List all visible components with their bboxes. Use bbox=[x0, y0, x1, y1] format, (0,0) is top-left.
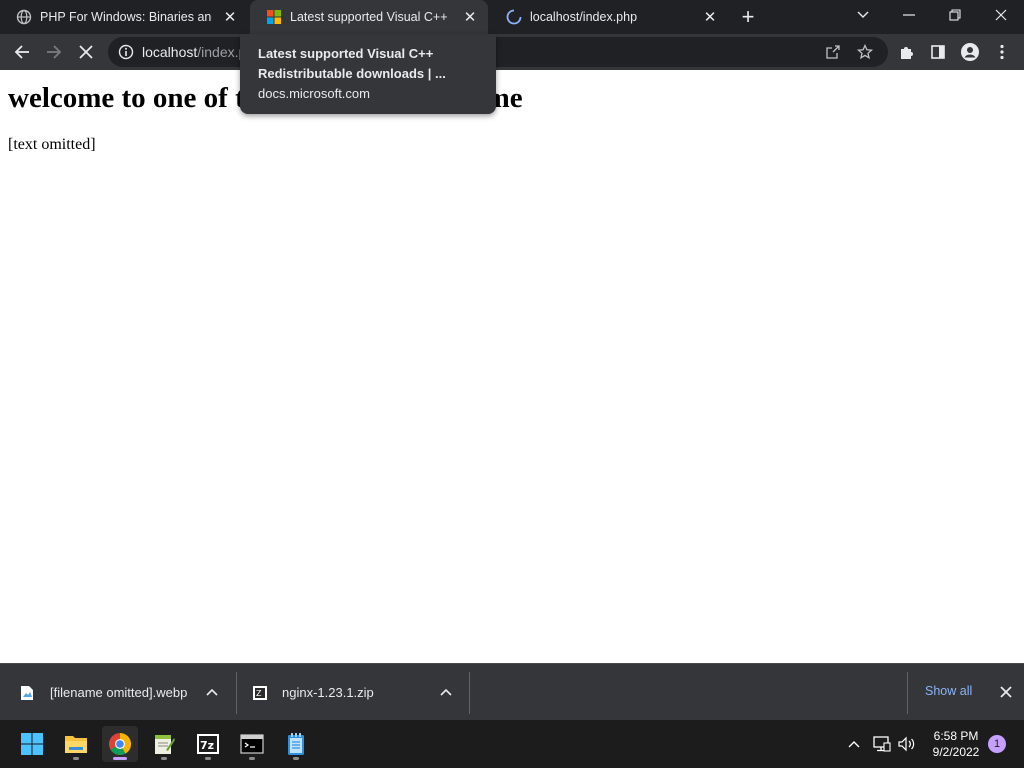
tab-title: PHP For Windows: Binaries and sources bbox=[40, 10, 212, 24]
image-file-icon bbox=[20, 685, 36, 701]
notepad-icon[interactable] bbox=[278, 726, 314, 762]
close-shelf-button[interactable] bbox=[996, 682, 1016, 702]
notepad-plus-plus-icon[interactable] bbox=[146, 726, 182, 762]
running-indicator bbox=[249, 757, 255, 760]
tab-localhost[interactable]: localhost/index.php ✕ bbox=[490, 0, 728, 34]
download-shelf: [filename omitted].webp Z nginx-1.23.1.z… bbox=[0, 663, 1024, 720]
download-item[interactable]: Z nginx-1.23.1.zip bbox=[252, 664, 374, 721]
arrow-left-icon bbox=[14, 45, 29, 59]
close-icon[interactable]: ✕ bbox=[220, 7, 240, 27]
divider bbox=[236, 672, 237, 714]
running-indicator bbox=[113, 757, 127, 760]
globe-icon bbox=[16, 9, 32, 25]
clock-date: 9/2/2022 bbox=[932, 745, 980, 759]
chevron-up-icon[interactable] bbox=[844, 734, 864, 754]
menu-kebab-icon[interactable] bbox=[988, 38, 1016, 66]
minimize-button[interactable] bbox=[886, 0, 932, 30]
close-icon[interactable]: ✕ bbox=[460, 7, 480, 27]
divider bbox=[469, 672, 470, 714]
terminal-icon[interactable] bbox=[234, 726, 270, 762]
running-indicator bbox=[205, 757, 211, 760]
close-icon[interactable]: ✕ bbox=[700, 7, 720, 27]
chrome-icon[interactable] bbox=[102, 726, 138, 762]
system-clock[interactable]: 6:58 PM 9/2/2022 bbox=[922, 728, 990, 760]
zip-file-icon: Z bbox=[252, 685, 268, 701]
running-indicator bbox=[161, 757, 167, 760]
download-filename: [filename omitted].webp bbox=[50, 685, 188, 700]
chevron-up-icon[interactable] bbox=[202, 682, 222, 702]
close-icon bbox=[79, 45, 93, 59]
divider bbox=[907, 672, 908, 714]
tab-php-windows[interactable]: PHP For Windows: Binaries and sources ✕ bbox=[0, 0, 248, 34]
tab-visual-cpp[interactable]: Latest supported Visual C++ Redistributa… bbox=[250, 0, 488, 34]
address-bar[interactable]: localhost/index.php bbox=[108, 37, 888, 67]
speaker-volume-icon[interactable] bbox=[897, 734, 917, 754]
restore-button[interactable] bbox=[932, 0, 978, 30]
notification-badge[interactable]: 1 bbox=[988, 735, 1006, 753]
page-content: welcome to one of the best sites of all … bbox=[0, 70, 1024, 663]
close-icon bbox=[1000, 686, 1012, 698]
close-window-button[interactable] bbox=[978, 0, 1024, 30]
tab-title: localhost/index.php bbox=[530, 10, 638, 24]
hover-card-domain: docs.microsoft.com bbox=[258, 86, 370, 101]
tab-strip: PHP For Windows: Binaries and sources ✕ … bbox=[0, 0, 1024, 34]
arrow-right-icon bbox=[47, 45, 62, 59]
page-body-text: [text omitted] bbox=[8, 136, 96, 153]
info-icon[interactable] bbox=[118, 44, 134, 60]
browser-toolbar: localhost/index.php bbox=[0, 34, 1024, 70]
back-button[interactable] bbox=[8, 38, 36, 66]
file-explorer-icon[interactable] bbox=[58, 726, 94, 762]
profile-avatar-icon[interactable] bbox=[956, 38, 984, 66]
svg-text:Z: Z bbox=[256, 689, 262, 698]
chevron-up-icon[interactable] bbox=[436, 682, 456, 702]
hover-card-title: Latest supported Visual C++ Redistributa… bbox=[258, 46, 446, 81]
stop-loading-button[interactable] bbox=[72, 38, 100, 66]
download-item[interactable]: [filename omitted].webp bbox=[20, 664, 187, 721]
show-all-downloads-button[interactable]: Show all bbox=[925, 684, 972, 698]
microsoft-logo-icon bbox=[266, 9, 282, 25]
clock-time: 6:58 PM bbox=[933, 729, 979, 743]
windows-start-icon[interactable] bbox=[14, 726, 50, 762]
forward-button[interactable] bbox=[40, 38, 68, 66]
running-indicator bbox=[293, 757, 299, 760]
tab-hover-card: Latest supported Visual C++ Redistributa… bbox=[240, 34, 496, 114]
7zip-icon[interactable]: 7z bbox=[190, 726, 226, 762]
tab-title: Latest supported Visual C++ Redistributa… bbox=[290, 10, 452, 24]
share-icon[interactable] bbox=[822, 41, 844, 63]
loading-spinner-icon bbox=[506, 9, 522, 25]
running-indicator bbox=[73, 757, 79, 760]
svg-text:7z: 7z bbox=[200, 739, 214, 752]
tab-search-chevron-icon[interactable] bbox=[840, 0, 886, 30]
side-panel-icon[interactable] bbox=[924, 38, 952, 66]
extensions-puzzle-icon[interactable] bbox=[892, 38, 920, 66]
new-tab-button[interactable]: + bbox=[736, 4, 760, 29]
download-filename: nginx-1.23.1.zip bbox=[282, 685, 374, 700]
network-icon[interactable] bbox=[872, 734, 892, 754]
bookmark-star-icon[interactable] bbox=[854, 41, 876, 63]
windows-taskbar: 7z 6:58 PM 9/2/2022 1 bbox=[0, 720, 1024, 768]
